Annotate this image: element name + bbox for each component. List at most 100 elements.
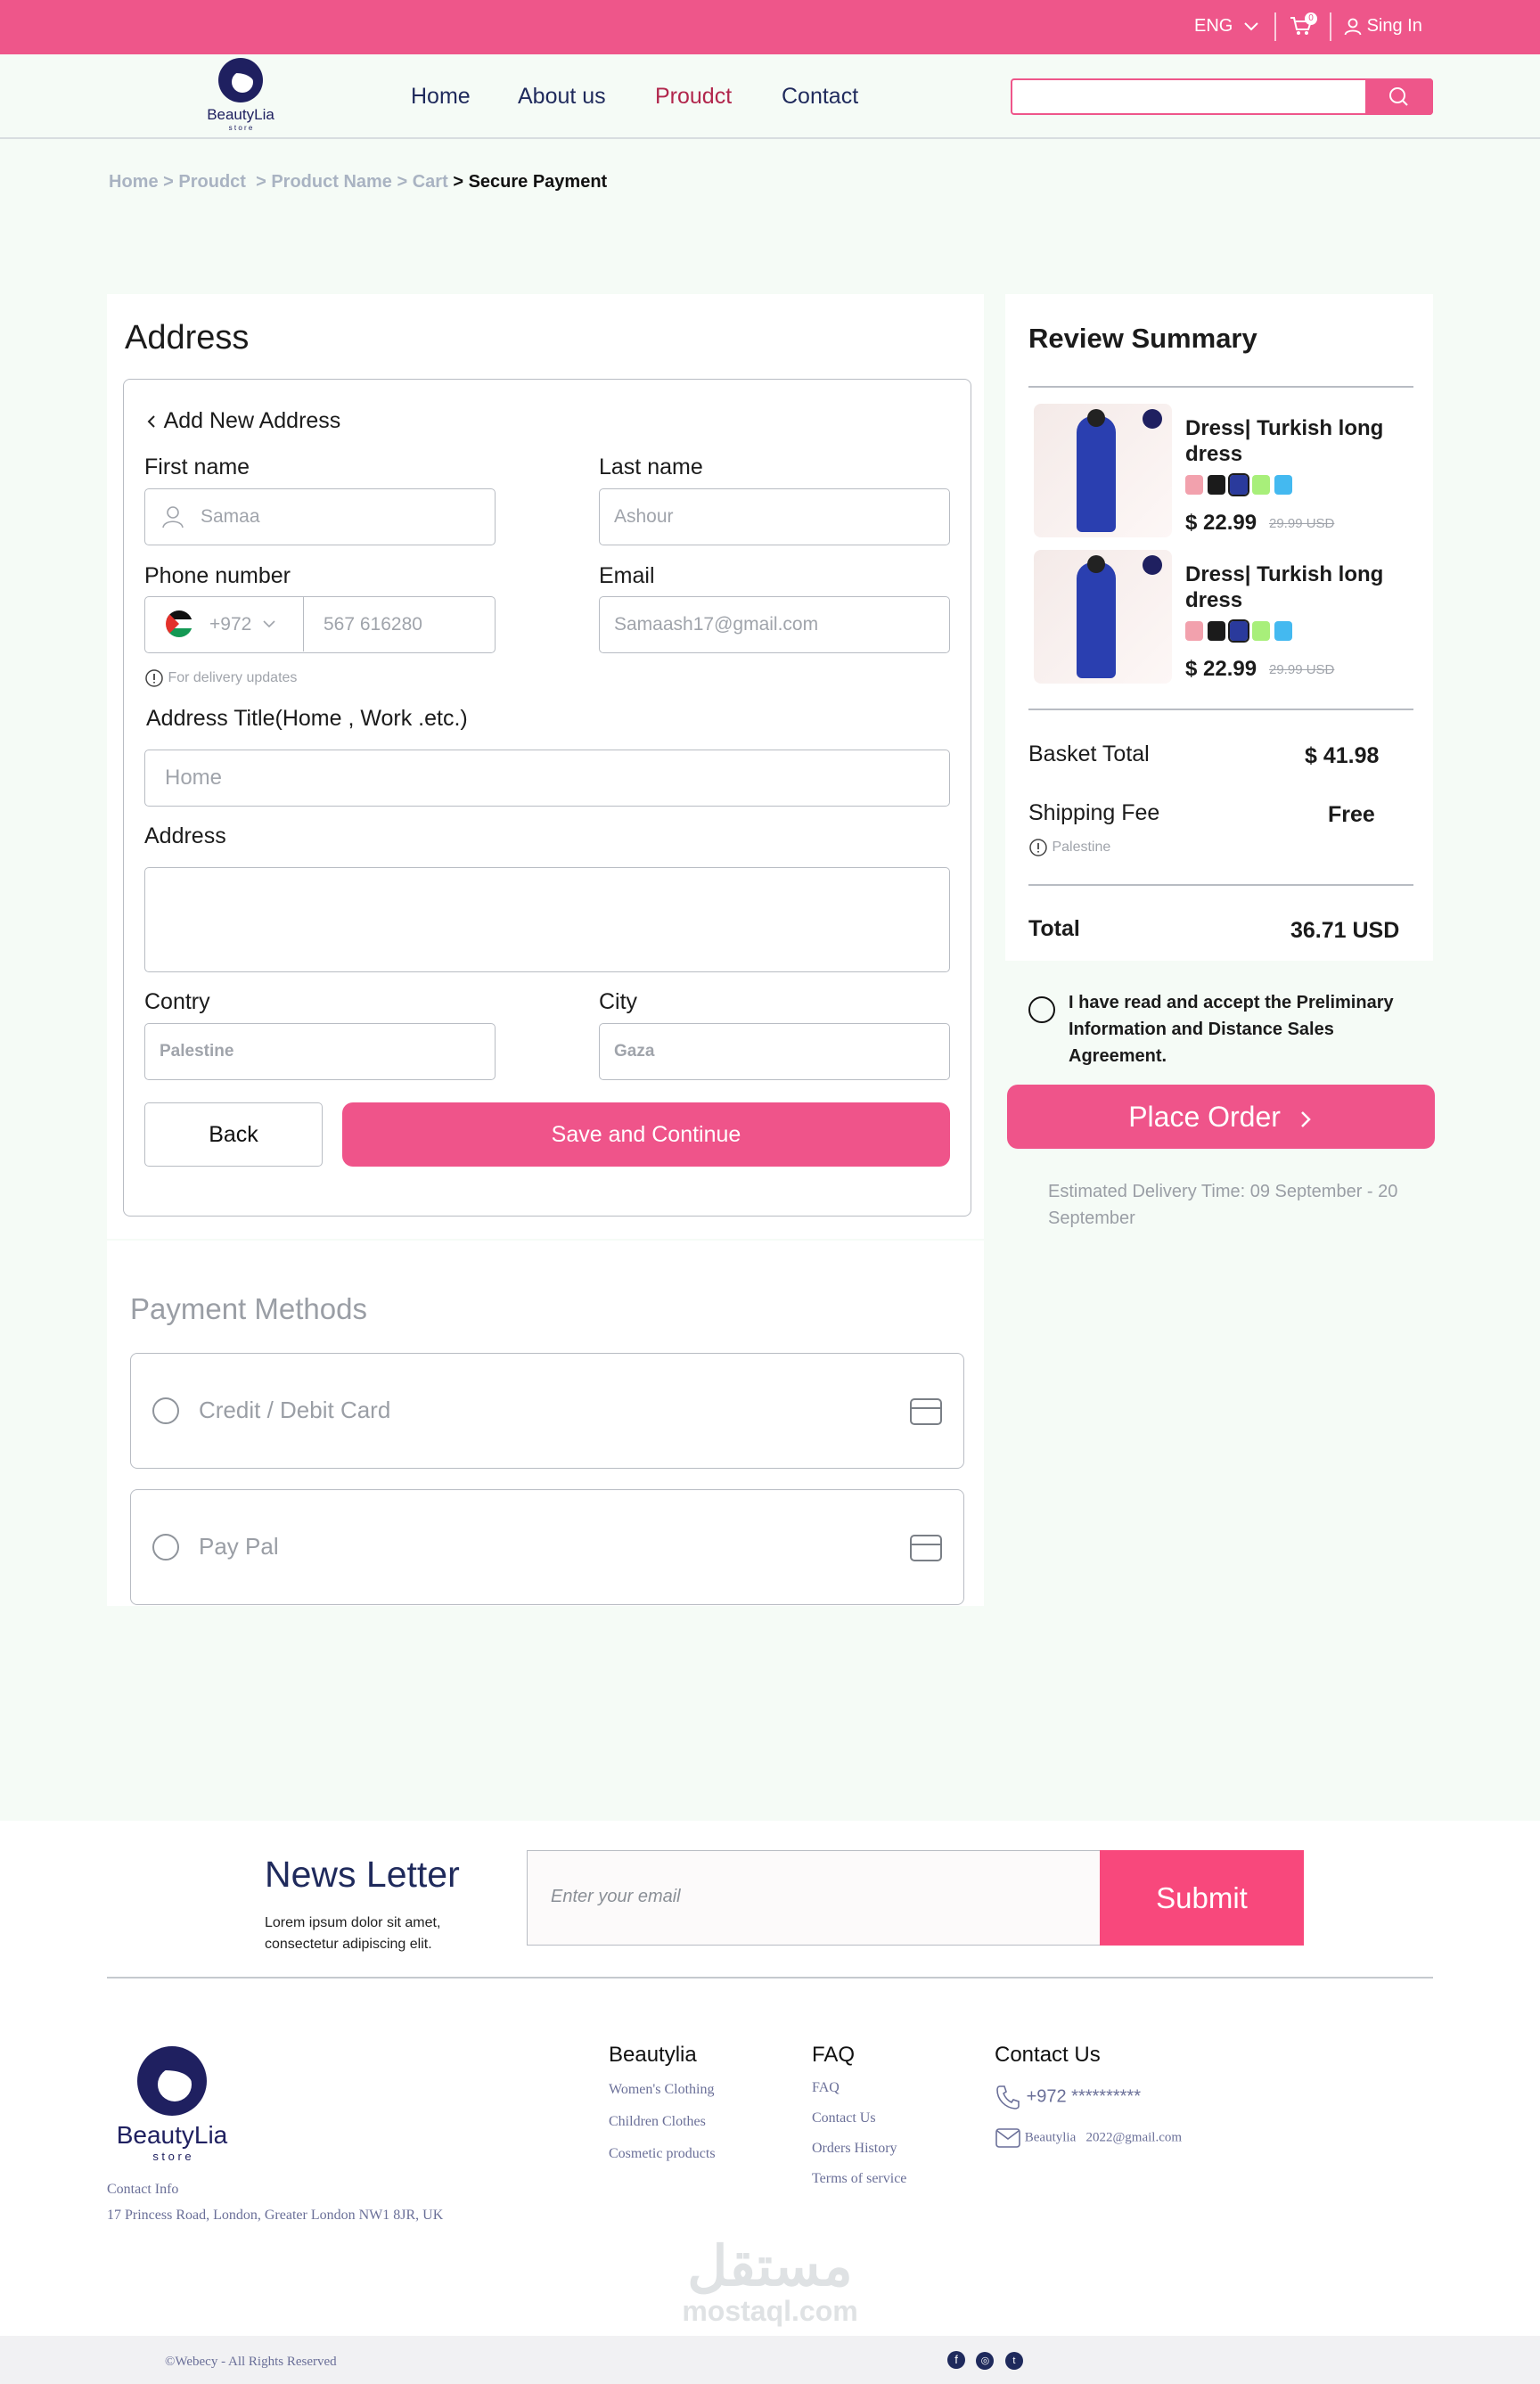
nav-about[interactable]: About us — [518, 84, 606, 110]
last-name-field[interactable]: Ashour — [599, 488, 950, 545]
breadcrumb-product-name[interactable]: Product Name — [271, 172, 392, 192]
breadcrumb-product[interactable]: Proudct — [178, 172, 246, 192]
footer-col-faq: FAQ FAQ Contact Us Orders History Terms … — [812, 2043, 907, 2187]
summary-title: Review Summary — [1028, 323, 1257, 354]
signin-link[interactable]: Sing In — [1344, 16, 1422, 37]
country-code-select[interactable]: +972 — [145, 597, 304, 651]
info-icon — [145, 669, 163, 687]
color-swatch[interactable] — [1228, 619, 1249, 643]
address-title-field[interactable]: Home — [144, 750, 950, 807]
address-title-label: Address Title(Home , Work .etc.) — [146, 706, 468, 731]
footer-col-beautylia: Beautylia Women's Clothing Children Clot… — [609, 2043, 716, 2162]
newsletter-submit-button[interactable]: Submit — [1100, 1850, 1304, 1946]
save-continue-button[interactable]: Save and Continue — [342, 1102, 950, 1167]
product-name: Dress| Turkish long dress — [1185, 416, 1384, 466]
logo-face-icon — [218, 58, 263, 102]
logo-name: BeautyLia — [207, 106, 274, 123]
logo-face-icon — [137, 2046, 207, 2116]
address-label: Address — [144, 823, 226, 848]
payment-option-card[interactable]: Credit / Debit Card — [130, 1353, 964, 1469]
nav-home[interactable]: Home — [411, 84, 471, 110]
nav-contact[interactable]: Contact — [782, 84, 858, 110]
color-swatch[interactable] — [1228, 473, 1249, 496]
search-icon — [1389, 87, 1408, 106]
nav-product[interactable]: Proudct — [655, 84, 732, 110]
signin-label: Sing In — [1366, 16, 1422, 36]
phone-field[interactable]: +972 567 616280 — [144, 596, 496, 653]
footer-contact-info: Contact Info — [107, 2182, 179, 2197]
city-label: City — [599, 989, 638, 1014]
first-name-field[interactable]: Samaa — [144, 488, 496, 545]
shipping-label: Shipping Fee — [1028, 800, 1160, 825]
footer-link[interactable]: Terms of service — [812, 2171, 906, 2187]
product-thumbnail — [1034, 404, 1172, 537]
place-order-button[interactable]: Place Order — [1007, 1085, 1435, 1149]
product-price: $ 22.99 — [1185, 657, 1257, 681]
footer-link[interactable]: Women's Clothing — [609, 2082, 716, 2098]
color-swatch[interactable] — [1274, 475, 1292, 495]
address-title: Address — [125, 319, 250, 356]
radio-paypal[interactable] — [152, 1534, 179, 1561]
color-swatch[interactable] — [1208, 475, 1225, 495]
radio-card[interactable] — [152, 1397, 179, 1424]
delivery-estimate: Estimated Delivery Time: 09 September - … — [1048, 1182, 1398, 1228]
color-swatch[interactable] — [1185, 475, 1203, 495]
footer-link[interactable]: FAQ — [812, 2080, 906, 2096]
mail-icon — [995, 2128, 1020, 2148]
watermark: مستقل mostaql.com — [682, 2236, 858, 2327]
cart-button[interactable]: 0 — [1289, 12, 1317, 43]
agree-checkbox[interactable] — [1028, 996, 1055, 1023]
facebook-icon[interactable]: f — [947, 2351, 965, 2369]
color-swatch[interactable] — [1208, 621, 1225, 641]
logo[interactable]: BeautyLia s t o r e — [198, 57, 283, 137]
footer-link[interactable]: Orders History — [812, 2141, 906, 2157]
shipping-value: Free — [1328, 802, 1375, 827]
credit-card-icon — [910, 1535, 942, 1561]
twitter-icon[interactable]: t — [1004, 2352, 1023, 2370]
email-label: Email — [599, 563, 655, 588]
user-icon — [162, 506, 184, 528]
chevron-left-icon — [147, 415, 155, 429]
search-button[interactable] — [1365, 78, 1433, 115]
country-field[interactable]: Palestine — [144, 1023, 496, 1080]
address-textarea[interactable] — [144, 867, 950, 972]
breadcrumb: Home > Proudct > Product Name > Cart > S… — [109, 172, 608, 192]
chevron-down-icon — [263, 620, 275, 628]
cart-count-badge: 0 — [1305, 12, 1317, 25]
footer-link[interactable]: Children Clothes — [609, 2114, 716, 2130]
phone-hint: For delivery updates — [144, 668, 297, 688]
country-label: Contry — [144, 989, 210, 1014]
footer-link[interactable]: Contact Us — [812, 2110, 906, 2126]
breadcrumb-current: Secure Payment — [468, 172, 608, 192]
footer-email: Beautylia 2022@gmail.com — [995, 2126, 1182, 2150]
social-icons: f ◎ t — [947, 2351, 1023, 2370]
product-name: Dress| Turkish long dress — [1185, 562, 1384, 612]
basket-total-label: Basket Total — [1028, 741, 1150, 766]
color-swatch[interactable] — [1252, 475, 1270, 495]
breadcrumb-cart[interactable]: Cart — [413, 172, 448, 192]
color-swatch[interactable] — [1252, 621, 1270, 641]
footer-contact-title: Contact Us — [995, 2043, 1101, 2067]
color-swatch[interactable] — [1274, 621, 1292, 641]
credit-card-icon — [910, 1398, 942, 1425]
color-swatch[interactable] — [1185, 621, 1203, 641]
breadcrumb-home[interactable]: Home — [109, 172, 159, 192]
newsletter-email-input[interactable]: Enter your email — [527, 1850, 1102, 1946]
basket-total-value: $ 41.98 — [1305, 743, 1380, 768]
agree-text: I have read and accept the Preliminary I… — [1069, 993, 1394, 1066]
newsletter-text: Lorem ipsum dolor sit amet, consectetur … — [265, 1915, 441, 1952]
footer-logo[interactable]: BeautyLia s t o r e — [105, 2045, 239, 2163]
add-new-address-link[interactable]: Add New Address — [144, 408, 340, 434]
footer-link[interactable]: Cosmetic products — [609, 2146, 716, 2162]
payment-option-paypal[interactable]: Pay Pal — [130, 1489, 964, 1605]
city-field[interactable]: Gaza — [599, 1023, 950, 1080]
email-field[interactable]: Samaash17@gmail.com — [599, 596, 950, 653]
first-name-label: First name — [144, 455, 250, 479]
language-selector[interactable]: ENG — [1194, 16, 1259, 37]
newsletter-title: News Letter — [265, 1854, 460, 1895]
phone-label: Phone number — [144, 563, 291, 588]
chevron-right-icon — [1300, 1110, 1311, 1127]
back-button[interactable]: Back — [144, 1102, 323, 1167]
palestine-flag-icon — [166, 610, 192, 637]
instagram-icon[interactable]: ◎ — [976, 2352, 995, 2370]
